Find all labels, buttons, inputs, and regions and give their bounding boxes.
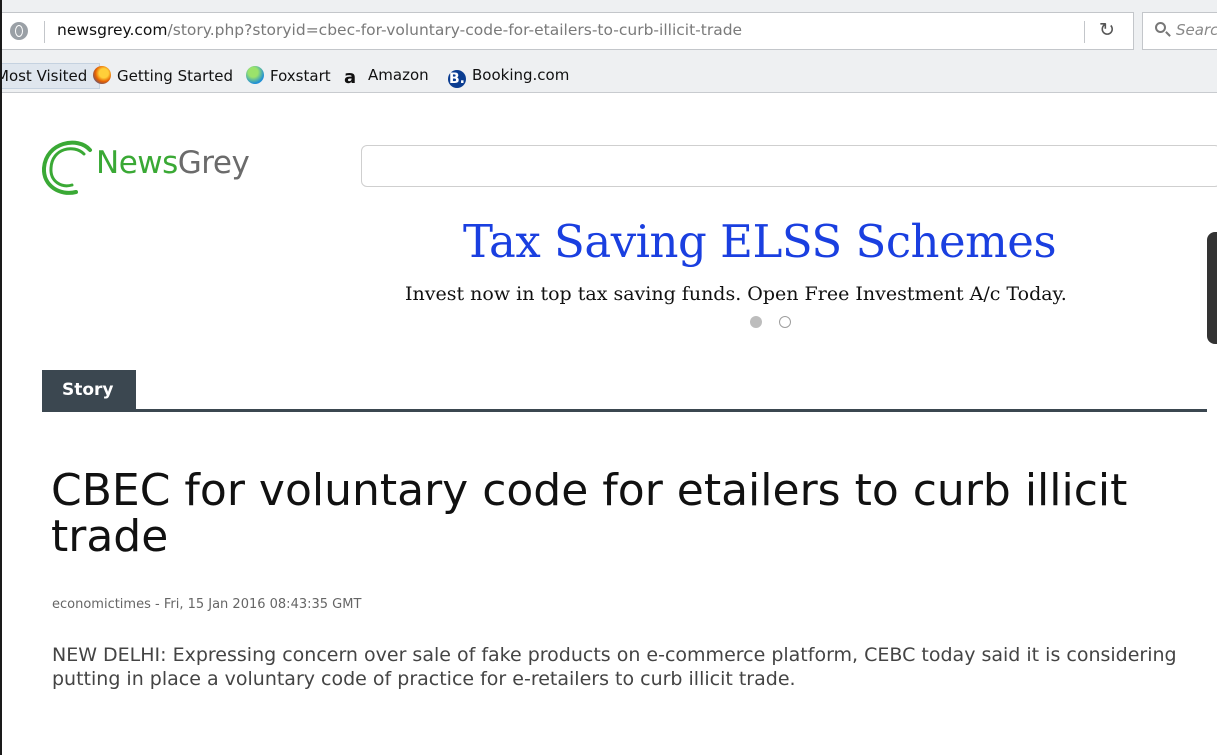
meta-separator: - bbox=[150, 597, 164, 612]
search-icon bbox=[1155, 22, 1166, 33]
tab-underline bbox=[42, 409, 1207, 412]
bookmark-foxstart[interactable]: Foxstart bbox=[246, 66, 331, 88]
browser-toolbar: newsgrey.com/story.php?storyid=cbec-for-… bbox=[0, 0, 1217, 60]
reload-divider bbox=[1084, 21, 1085, 43]
globe-icon bbox=[10, 22, 28, 40]
logo-text: NewsGrey bbox=[96, 145, 250, 181]
side-slider-tab[interactable] bbox=[1207, 232, 1217, 344]
bookmarks-bar: Most Visited Getting Started Foxstart aA… bbox=[0, 60, 1217, 93]
logo-text-news: News bbox=[96, 145, 178, 181]
bookmark-amazon[interactable]: a Amazon bbox=[344, 66, 429, 88]
article-meta: economictimes - Fri, 15 Jan 2016 08:43:3… bbox=[52, 597, 361, 612]
site-logo[interactable]: NewsGrey bbox=[38, 138, 288, 198]
url-path: /story.php?storyid=cbec-for-voluntary-co… bbox=[167, 21, 743, 39]
booking-icon: B. bbox=[448, 70, 466, 88]
browser-search-placeholder: Search bbox=[1176, 21, 1217, 39]
logo-text-grey: Grey bbox=[177, 145, 250, 181]
site-search-input[interactable] bbox=[361, 145, 1217, 187]
bookmark-getting-started[interactable]: Getting Started bbox=[93, 66, 233, 88]
bookmark-booking[interactable]: B. Booking.com bbox=[448, 66, 569, 88]
bookmark-label: Getting Started bbox=[117, 67, 233, 85]
bookmark-label: Booking.com bbox=[472, 66, 570, 84]
article-source: economictimes bbox=[52, 597, 151, 612]
ad-title-link[interactable]: Tax Saving ELSS Schemes bbox=[463, 215, 1057, 268]
bookmark-label: Foxstart bbox=[270, 67, 331, 85]
ad-slide-dot-active[interactable] bbox=[750, 316, 762, 328]
ad-slide-dot[interactable] bbox=[779, 316, 791, 328]
url-domain: newsgrey.com bbox=[57, 21, 168, 39]
address-bar[interactable]: newsgrey.com/story.php?storyid=cbec-for-… bbox=[2, 12, 1134, 50]
article-date: Fri, 15 Jan 2016 08:43:35 GMT bbox=[163, 597, 362, 612]
bookmark-label: Amazon bbox=[368, 66, 429, 84]
globe-icon bbox=[246, 66, 264, 84]
bookmark-most-visited[interactable]: Most Visited bbox=[0, 63, 101, 89]
tab-story[interactable]: Story bbox=[42, 370, 136, 410]
logo-swirl-icon bbox=[42, 140, 92, 195]
ad-subtitle[interactable]: Invest now in top tax saving funds. Open… bbox=[405, 283, 1067, 305]
address-url[interactable]: newsgrey.com/story.php?storyid=cbec-for-… bbox=[57, 21, 742, 39]
address-bar-divider bbox=[44, 21, 45, 43]
browser-search-box[interactable]: Search bbox=[1142, 12, 1217, 50]
firefox-icon bbox=[93, 66, 111, 84]
window-frame-left bbox=[0, 0, 2, 755]
article-body: NEW DELHI: Expressing concern over sale … bbox=[52, 644, 1177, 690]
article-headline: CBEC for voluntary code for etailers to … bbox=[51, 465, 1128, 562]
reload-icon[interactable]: ↻ bbox=[1099, 19, 1115, 41]
section-tabs: Story bbox=[42, 370, 1207, 412]
amazon-icon: a bbox=[344, 67, 357, 88]
bookmark-label: Most Visited bbox=[0, 67, 88, 85]
